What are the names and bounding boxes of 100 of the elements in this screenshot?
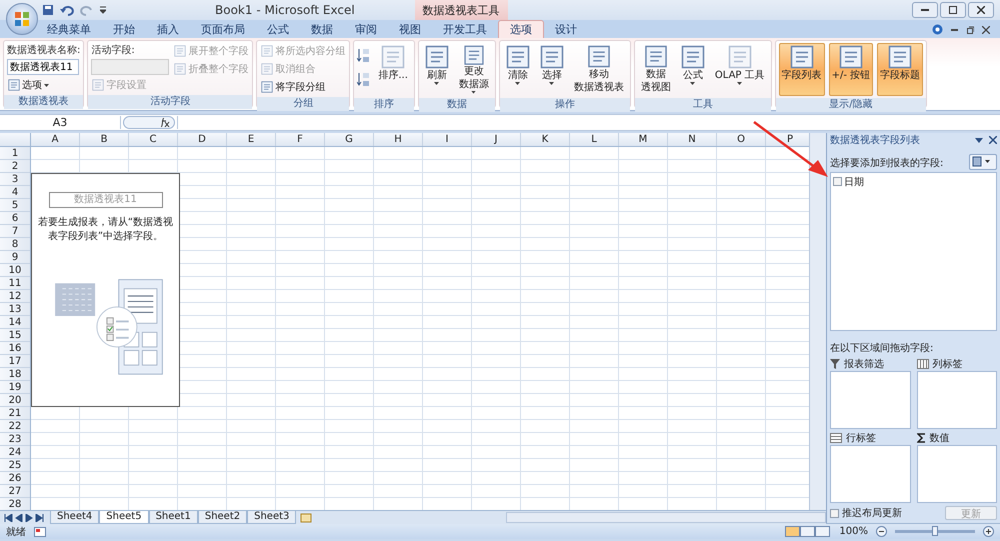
row-header[interactable]: 13 [0, 303, 30, 316]
column-header[interactable]: I [423, 133, 472, 146]
row-header[interactable]: 4 [0, 186, 30, 199]
sheet-tab[interactable]: Sheet1 [148, 511, 198, 524]
column-header[interactable]: L [570, 133, 619, 146]
close-icon[interactable] [989, 136, 997, 144]
undo-icon[interactable] [60, 4, 74, 16]
row-header[interactable]: 16 [0, 342, 30, 355]
column-header[interactable]: B [80, 133, 129, 146]
help-icon[interactable] [932, 24, 943, 35]
column-header[interactable]: K [521, 133, 570, 146]
row-header[interactable]: 7 [0, 225, 30, 238]
row-header[interactable]: 15 [0, 329, 30, 342]
row-header[interactable]: 18 [0, 368, 30, 381]
column-header[interactable]: F [276, 133, 325, 146]
column-header[interactable]: D [178, 133, 227, 146]
cell-grid[interactable]: 数据透视表11 若要生成报表，请从“数据透视表字段列表”中选择字段。 [31, 147, 810, 510]
column-header[interactable]: M [619, 133, 668, 146]
restore-icon[interactable] [966, 26, 974, 34]
close-button[interactable] [968, 2, 994, 18]
minimize-icon[interactable] [951, 28, 958, 30]
save-icon[interactable] [42, 4, 54, 16]
column-header[interactable]: J [472, 133, 521, 146]
ribbon-button[interactable]: 移动 数据透视表 [570, 43, 627, 96]
row-header[interactable]: 22 [0, 420, 30, 433]
zoom-out-icon[interactable] [876, 526, 887, 537]
ribbon-button[interactable]: 字段列表 [778, 43, 825, 96]
sheet-tab[interactable]: Sheet4 [50, 511, 100, 524]
input-field[interactable]: 数据透视表11 [7, 59, 79, 75]
sort-icon[interactable] [357, 71, 372, 89]
macro-icon[interactable] [34, 526, 46, 536]
field-name[interactable]: 日期 [844, 174, 864, 189]
layout-button[interactable] [969, 154, 997, 170]
dropdown-icon[interactable] [975, 138, 983, 143]
checkbox[interactable] [833, 177, 842, 186]
sheet-tab[interactable]: Sheet3 [247, 511, 296, 524]
sheet-tab[interactable]: Sheet2 [198, 511, 248, 524]
row-header[interactable]: 11 [0, 277, 30, 290]
office-button[interactable] [6, 3, 38, 35]
ribbon-tab[interactable]: 公式 [256, 21, 300, 38]
ribbon-tab[interactable]: 开始 [102, 21, 146, 38]
ribbon-tab[interactable]: 插入 [146, 21, 190, 38]
ribbon-button[interactable]: 更改 数据源 [456, 43, 492, 96]
row-header[interactable]: 17 [0, 355, 30, 368]
zoom-thumb[interactable] [932, 526, 938, 536]
column-header[interactable]: N [668, 133, 717, 146]
column-header[interactable]: O [717, 133, 766, 146]
column-header[interactable]: C [129, 133, 178, 146]
defer-label[interactable]: 推迟布局更新 [842, 506, 902, 520]
sort-icon[interactable] [357, 47, 372, 65]
view-buttons-icon[interactable] [785, 526, 832, 537]
row-header[interactable]: 6 [0, 212, 30, 225]
ribbon-tab[interactable]: 开发工具 [432, 21, 498, 38]
row-header[interactable]: 23 [0, 433, 30, 446]
ribbon-tab[interactable]: 数据 [300, 21, 344, 38]
row-header[interactable]: 14 [0, 316, 30, 329]
row-header[interactable]: 3 [0, 173, 30, 186]
sheet-tab[interactable]: Sheet5 [99, 511, 149, 524]
ribbon-tab[interactable]: 审阅 [344, 21, 388, 38]
ribbon-tab[interactable]: 设计 [544, 21, 588, 38]
zoom-in-icon[interactable] [983, 526, 994, 537]
row-header[interactable]: 20 [0, 394, 30, 407]
ribbon-button[interactable]: +/- 按钮 [828, 43, 874, 96]
minimize-button[interactable] [912, 2, 938, 18]
ribbon-tab[interactable]: 视图 [388, 21, 432, 38]
column-header[interactable]: H [374, 133, 423, 146]
ribbon-tab[interactable]: 经典菜单 [36, 21, 102, 38]
row-header[interactable]: 12 [0, 290, 30, 303]
column-header[interactable]: A [31, 133, 80, 146]
row-header[interactable]: 9 [0, 251, 30, 264]
row-header[interactable]: 27 [0, 485, 30, 498]
ribbon-button[interactable]: 清除 [502, 43, 533, 96]
horizontal-scrollbar[interactable] [506, 512, 826, 523]
ribbon-button[interactable]: 将字段分组 [260, 79, 346, 95]
ribbon-tab[interactable]: 选项 [498, 20, 544, 38]
row-header[interactable]: 2 [0, 160, 30, 173]
function-button[interactable] [123, 116, 175, 129]
column-header[interactable]: E [227, 133, 276, 146]
column-header[interactable]: G [325, 133, 374, 146]
row-header[interactable]: 10 [0, 264, 30, 277]
ribbon-button[interactable]: 字段标题 [877, 43, 924, 96]
row-header[interactable]: 24 [0, 446, 30, 459]
row-header[interactable]: 25 [0, 459, 30, 472]
row-header[interactable]: 26 [0, 472, 30, 485]
customize-icon[interactable] [100, 6, 106, 14]
checkbox[interactable] [830, 508, 839, 518]
vertical-scrollbar[interactable] [809, 133, 826, 510]
ribbon-button[interactable]: 数据 透视图 [638, 43, 674, 96]
row-header[interactable]: 5 [0, 199, 30, 212]
close-icon[interactable] [982, 26, 990, 34]
name-box[interactable]: A3 [0, 116, 121, 129]
ribbon-tab[interactable]: 页面布局 [190, 21, 256, 38]
ribbon-button[interactable]: 选择 [536, 43, 567, 96]
row-header[interactable]: 19 [0, 381, 30, 394]
row-header[interactable]: 8 [0, 238, 30, 251]
row-header[interactable]: 1 [0, 147, 30, 160]
row-header[interactable]: 21 [0, 407, 30, 420]
maximize-button[interactable] [940, 2, 966, 18]
ribbon-button[interactable]: 选项 [7, 77, 80, 93]
ribbon-button[interactable]: 公式 [678, 43, 708, 96]
